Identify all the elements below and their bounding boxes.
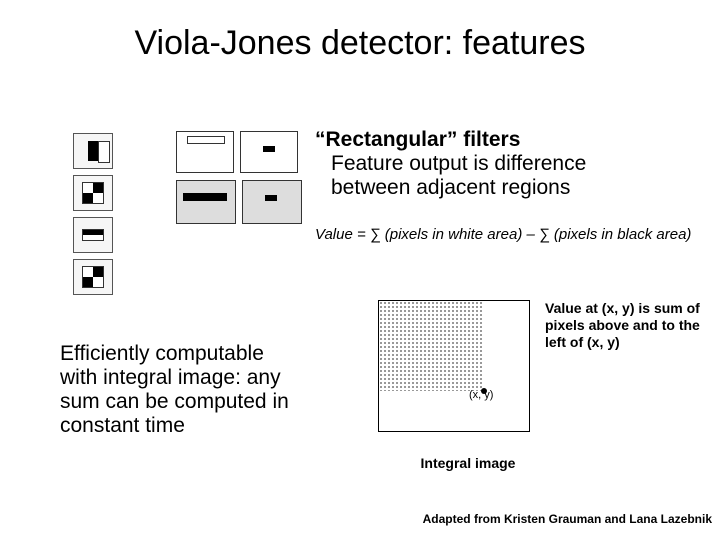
face-template-a (176, 131, 234, 173)
haar-four-rect-b (73, 259, 113, 295)
integral-image-figure: (x, y) (378, 300, 558, 460)
slide-title: Viola-Jones detector: features (0, 24, 720, 63)
value-formula: Value = ∑ (pixels in white area) – ∑ (pi… (315, 226, 715, 243)
integral-line2: with integral image: any (60, 366, 281, 389)
integral-line1: Efficiently computable (60, 342, 264, 365)
face-example-b (242, 180, 302, 224)
integral-line4: constant time (60, 414, 185, 437)
haar-feature-templates (70, 130, 160, 298)
rectangular-filters-line2: between adjacent regions (331, 176, 570, 199)
rectangular-filters-text: “Rectangular” filters Feature output is … (315, 128, 675, 200)
integral-caption: Integral image (378, 455, 558, 471)
haar-two-rect-vertical (73, 133, 113, 169)
haar-four-rect (73, 175, 113, 211)
haar-two-rect-horizontal (73, 217, 113, 253)
integral-shaded-region (379, 301, 484, 391)
rectangular-filters-head: “Rectangular” filters (315, 128, 520, 151)
slide-credit: Adapted from Kristen Grauman and Lana La… (423, 512, 712, 526)
face-example-a (176, 180, 236, 224)
rectangular-filters-line1: Feature output is difference (331, 152, 586, 175)
integral-image-text: Efficiently computable with integral ima… (60, 342, 350, 439)
integral-image-box: (x, y) (378, 300, 530, 432)
integral-annotation: Value at (x, y) is sum of pixels above a… (545, 300, 715, 350)
integral-xy-label: (x, y) (469, 389, 493, 401)
integral-line3: sum can be computed in (60, 390, 289, 413)
face-template-b (240, 131, 298, 173)
haar-face-examples (175, 130, 305, 230)
